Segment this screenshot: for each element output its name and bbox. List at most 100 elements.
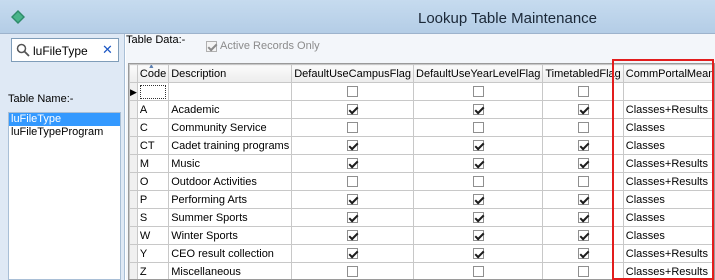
description-cell[interactable]: CEO result collection bbox=[168, 244, 293, 263]
comm-portal-meaning-cell[interactable]: Classes+Results bbox=[622, 154, 714, 173]
checkbox-icon[interactable] bbox=[347, 266, 359, 278]
column-header-code[interactable]: ▲ Code bbox=[136, 64, 170, 83]
new-year-flag-cell[interactable] bbox=[413, 82, 544, 101]
year-level-flag-cell[interactable] bbox=[413, 262, 544, 279]
table-row[interactable]: O Outdoor Activities Classes+Results bbox=[129, 172, 714, 191]
checkbox-icon[interactable] bbox=[577, 230, 589, 242]
year-level-flag-cell[interactable] bbox=[413, 100, 544, 119]
checkbox-icon[interactable] bbox=[472, 248, 484, 260]
comm-portal-meaning-cell[interactable]: Classes+Results bbox=[622, 172, 714, 191]
description-cell[interactable]: Cadet training programs bbox=[168, 136, 293, 155]
code-cell[interactable]: O bbox=[136, 172, 170, 191]
row-header[interactable] bbox=[129, 226, 138, 245]
year-level-flag-cell[interactable] bbox=[413, 190, 544, 209]
column-header-description[interactable]: Description bbox=[168, 64, 293, 83]
code-cell[interactable]: P bbox=[136, 190, 170, 209]
year-level-flag-cell[interactable] bbox=[413, 226, 544, 245]
new-row[interactable]: ▶ bbox=[129, 82, 714, 101]
year-level-flag-cell[interactable] bbox=[413, 172, 544, 191]
checkbox-icon[interactable] bbox=[472, 212, 484, 224]
timetabled-flag-cell[interactable] bbox=[542, 262, 624, 279]
timetabled-flag-cell[interactable] bbox=[542, 226, 624, 245]
checkbox-icon[interactable] bbox=[472, 158, 484, 170]
checkbox-icon[interactable] bbox=[347, 158, 359, 170]
checkbox-icon[interactable] bbox=[347, 248, 359, 260]
code-cell[interactable]: C bbox=[136, 118, 170, 137]
checkbox-icon[interactable] bbox=[577, 212, 589, 224]
row-header[interactable] bbox=[129, 244, 138, 263]
table-name-list[interactable]: luFileType luFileTypeProgram bbox=[8, 112, 121, 280]
comm-portal-meaning-cell[interactable]: Classes bbox=[622, 136, 714, 155]
timetabled-flag-cell[interactable] bbox=[542, 136, 624, 155]
table-row[interactable]: A Academic Classes+Results bbox=[129, 100, 714, 119]
clear-search-icon[interactable]: ✕ bbox=[102, 42, 113, 58]
checkbox-icon[interactable] bbox=[577, 248, 589, 260]
timetabled-flag-cell[interactable] bbox=[542, 154, 624, 173]
code-cell[interactable]: CT bbox=[136, 136, 170, 155]
code-cell[interactable]: Y bbox=[136, 244, 170, 263]
table-row[interactable]: W Winter Sports Classes bbox=[129, 226, 714, 245]
search-input[interactable]: luFileType ✕ bbox=[11, 38, 119, 62]
comm-portal-meaning-cell[interactable]: Classes+Results bbox=[622, 244, 714, 263]
description-cell[interactable]: Outdoor Activities bbox=[168, 172, 293, 191]
checkbox-icon[interactable] bbox=[347, 212, 359, 224]
row-header[interactable] bbox=[129, 208, 138, 227]
year-level-flag-cell[interactable] bbox=[413, 154, 544, 173]
table-row[interactable]: Y CEO result collection Classes+Results bbox=[129, 244, 714, 263]
year-level-flag-cell[interactable] bbox=[413, 244, 544, 263]
column-header-defaultusecampusflag[interactable]: DefaultUseCampusFlag bbox=[291, 64, 415, 83]
new-code-cell[interactable] bbox=[136, 82, 170, 101]
campus-flag-cell[interactable] bbox=[291, 136, 415, 155]
checkbox-icon[interactable] bbox=[577, 104, 589, 116]
description-cell[interactable]: Miscellaneous bbox=[168, 262, 293, 279]
timetabled-flag-cell[interactable] bbox=[542, 190, 624, 209]
timetabled-flag-cell[interactable] bbox=[542, 118, 624, 137]
year-level-flag-cell[interactable] bbox=[413, 118, 544, 137]
new-meaning-cell[interactable] bbox=[622, 82, 714, 101]
row-header[interactable] bbox=[129, 136, 138, 155]
checkbox-icon[interactable] bbox=[472, 140, 484, 152]
checkbox-icon[interactable] bbox=[347, 122, 359, 134]
comm-portal-meaning-cell[interactable]: Classes bbox=[622, 208, 714, 227]
checkbox-icon[interactable] bbox=[472, 266, 484, 278]
comm-portal-meaning-cell[interactable]: Classes bbox=[622, 118, 714, 137]
checkbox-icon[interactable] bbox=[347, 176, 359, 188]
code-cell[interactable]: W bbox=[136, 226, 170, 245]
column-header-timetabledflag[interactable]: TimetabledFlag bbox=[542, 64, 624, 83]
checkbox-icon[interactable] bbox=[577, 266, 589, 278]
active-records-only-checkbox[interactable]: Active Records Only bbox=[206, 40, 320, 52]
checkbox-icon[interactable] bbox=[347, 140, 359, 152]
checkbox-icon[interactable] bbox=[347, 86, 359, 98]
timetabled-flag-cell[interactable] bbox=[542, 172, 624, 191]
checkbox-icon[interactable] bbox=[577, 140, 589, 152]
campus-flag-cell[interactable] bbox=[291, 190, 415, 209]
description-cell[interactable]: Performing Arts bbox=[168, 190, 293, 209]
code-cell[interactable]: M bbox=[136, 154, 170, 173]
checkbox-icon[interactable] bbox=[472, 176, 484, 188]
campus-flag-cell[interactable] bbox=[291, 262, 415, 279]
checkbox-icon[interactable] bbox=[577, 122, 589, 134]
timetabled-flag-cell[interactable] bbox=[542, 244, 624, 263]
timetabled-flag-cell[interactable] bbox=[542, 100, 624, 119]
table-row[interactable]: M Music Classes+Results bbox=[129, 154, 714, 173]
campus-flag-cell[interactable] bbox=[291, 154, 415, 173]
table-row[interactable]: C Community Service Classes bbox=[129, 118, 714, 137]
code-cell[interactable]: A bbox=[136, 100, 170, 119]
year-level-flag-cell[interactable] bbox=[413, 208, 544, 227]
comm-portal-meaning-cell[interactable]: Classes+Results bbox=[622, 100, 714, 119]
checkbox-icon[interactable] bbox=[577, 86, 589, 98]
description-cell[interactable]: Community Service bbox=[168, 118, 293, 137]
campus-flag-cell[interactable] bbox=[291, 208, 415, 227]
checkbox-icon[interactable] bbox=[472, 230, 484, 242]
campus-flag-cell[interactable] bbox=[291, 100, 415, 119]
data-grid[interactable]: ▲ Code Description DefaultUseCampusFlag D… bbox=[128, 63, 715, 280]
row-header[interactable] bbox=[129, 118, 138, 137]
column-header-commportalmeaning[interactable]: CommPortalMeaning bbox=[622, 64, 714, 83]
description-cell[interactable]: Winter Sports bbox=[168, 226, 293, 245]
campus-flag-cell[interactable] bbox=[291, 244, 415, 263]
new-description-cell[interactable] bbox=[168, 82, 293, 101]
checkbox-icon[interactable] bbox=[577, 176, 589, 188]
checkbox-icon[interactable] bbox=[347, 194, 359, 206]
campus-flag-cell[interactable] bbox=[291, 172, 415, 191]
checkbox-icon[interactable] bbox=[347, 230, 359, 242]
